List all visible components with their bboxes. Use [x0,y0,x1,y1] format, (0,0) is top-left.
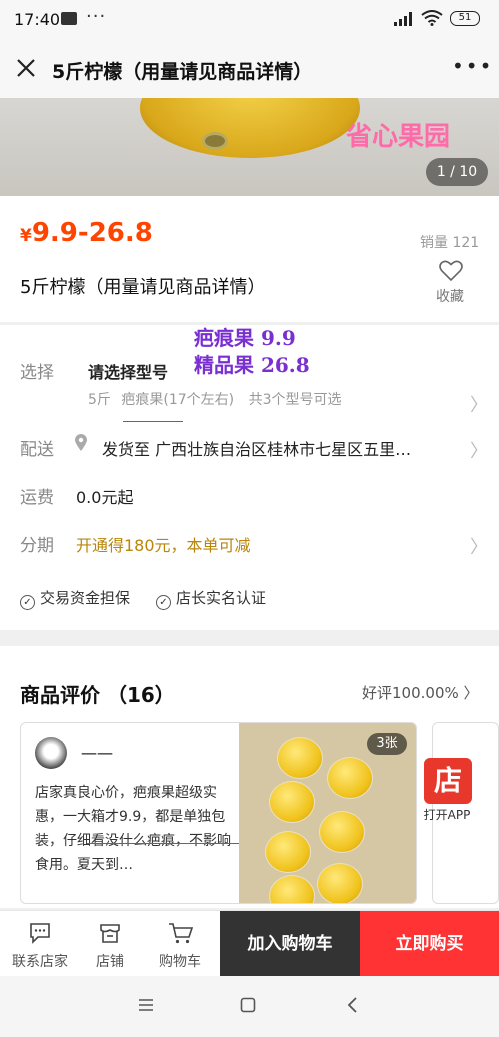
price: ¥9.9-26.8 [20,218,153,248]
reviewer-name: 一一 [81,745,114,764]
price-range: 9.9-26.8 [31,218,153,248]
menu-icon[interactable] [138,998,154,1012]
product-gallery[interactable]: 省心果园 [0,98,499,196]
system-nav-bar [0,976,499,1037]
wifi-icon [421,10,443,26]
bottom-action-bar: 联系店家 店铺 购物车 加入购物车 立即购买 [0,910,499,977]
reviews-card: 商品评价 （16） 好评100.00% 〉 一一 店家真良心价，疤痕果超级实惠，… [0,646,499,908]
more-notifications-icon: ··· [86,6,107,27]
battery-icon: 51 [450,11,480,26]
chevron-right-icon: 〉 [463,684,479,702]
review-card[interactable]: 一一 店家真良心价，疤痕果超级实惠，一大箱才9.9，都是单独包装，仔细看没什么疤… [20,722,417,904]
check-circle-icon: ✓ [156,595,171,610]
reviews-heading: 商品评价 （16） [20,683,175,707]
good-rate[interactable]: 好评100.00% 〉 [362,682,479,703]
gallery-pager: 1 / 10 [426,158,488,186]
chip-grade[interactable]: 疤痕果(17个左右) [121,392,234,408]
note-line-1: 疤痕果 9.9 [194,326,296,350]
assurance-item: ✓ 交易资金担保 [20,587,130,610]
lemon-stem [202,132,228,150]
chevron-right-icon[interactable]: 〉 [470,391,488,417]
model-chips[interactable]: 5斤 疤痕果(17个左右) 共3个型号可选 [88,389,342,409]
avatar [35,737,67,769]
contact-seller-button[interactable]: 联系店家 [6,911,74,977]
select-value[interactable]: 请选择型号 [88,359,168,383]
note-line-2: 精品果 26.8 [194,353,310,377]
select-label: 选择 [20,363,54,383]
app-logo[interactable]: 店 [424,758,472,804]
check-circle-icon: ✓ [20,595,35,610]
page-title: 5斤柠檬（用量请见商品详情） [52,61,313,83]
photo-count-badge: 3张 [367,733,407,755]
more-icon[interactable]: ••• [452,54,493,78]
chevron-right-icon[interactable]: 〉 [470,533,488,559]
cart-icon [169,923,194,944]
home-icon[interactable] [240,997,256,1013]
product-info-card: ¥9.9-26.8 销量 121 5斤柠檬（用量请见商品详情） 收藏 [0,196,499,322]
store-button[interactable]: 店铺 [76,911,144,977]
fee-value: 0.0元起 [76,488,134,507]
store-icon [100,924,120,943]
shop-watermark: 省心果园 [346,122,451,152]
options-card: 疤痕果 9.9 精品果 26.8 选择 请选择型号 5斤 疤痕果(17个左右) … [0,325,499,630]
currency-symbol: ¥ [20,226,32,246]
lemon-image [140,98,360,158]
chip-total: 共3个型号可选 [248,392,342,408]
chip-weight[interactable]: 5斤 [88,392,111,408]
chevron-right-icon[interactable]: 〉 [470,437,488,463]
location-pin-icon [75,434,87,451]
status-bar: 17:40 ··· 51 [0,0,499,40]
note-underline [123,421,183,422]
review-underline [87,843,241,844]
app-screen: 17:40 ··· 51 5斤柠檬（用量请见商品详情） ••• 省心果园 1 /… [0,0,499,1037]
assurance-item: ✓ 店长实名认证 [156,587,266,610]
chat-icon [30,923,50,944]
installment-value[interactable]: 开通得180元，本单可减 [76,532,251,556]
message-icon [61,12,77,25]
ship-label: 配送 [20,440,54,460]
handwritten-note: 疤痕果 9.9 精品果 26.8 [194,325,310,379]
sales-count: 销量 121 [420,235,480,251]
title-bar: 5斤柠檬（用量请见商品详情） ••• [0,40,499,98]
cart-button[interactable]: 购物车 [146,911,214,977]
review-text: 店家真良心价，疤痕果超级实惠，一大箱才9.9，都是单独包装，仔细看没什么疤痕，不… [35,785,231,873]
open-app-button[interactable]: 打开APP [418,806,476,823]
buy-now-button[interactable]: 立即购买 [360,911,499,977]
close-icon[interactable] [14,56,38,80]
heart-icon[interactable] [439,260,463,282]
product-title: 5斤柠檬（用量请见商品详情） [20,277,266,298]
installment-label: 分期 [20,536,54,556]
add-to-cart-button[interactable]: 加入购物车 [220,911,360,977]
signal-icon [394,12,412,26]
fee-label: 运费 [20,488,54,508]
status-time: 17:40 [14,10,61,29]
back-icon[interactable] [346,996,358,1014]
ship-value[interactable]: 发货至 广西壮族自治区桂林市七星区五里… [102,436,411,460]
favorite-label[interactable]: 收藏 [436,286,464,306]
